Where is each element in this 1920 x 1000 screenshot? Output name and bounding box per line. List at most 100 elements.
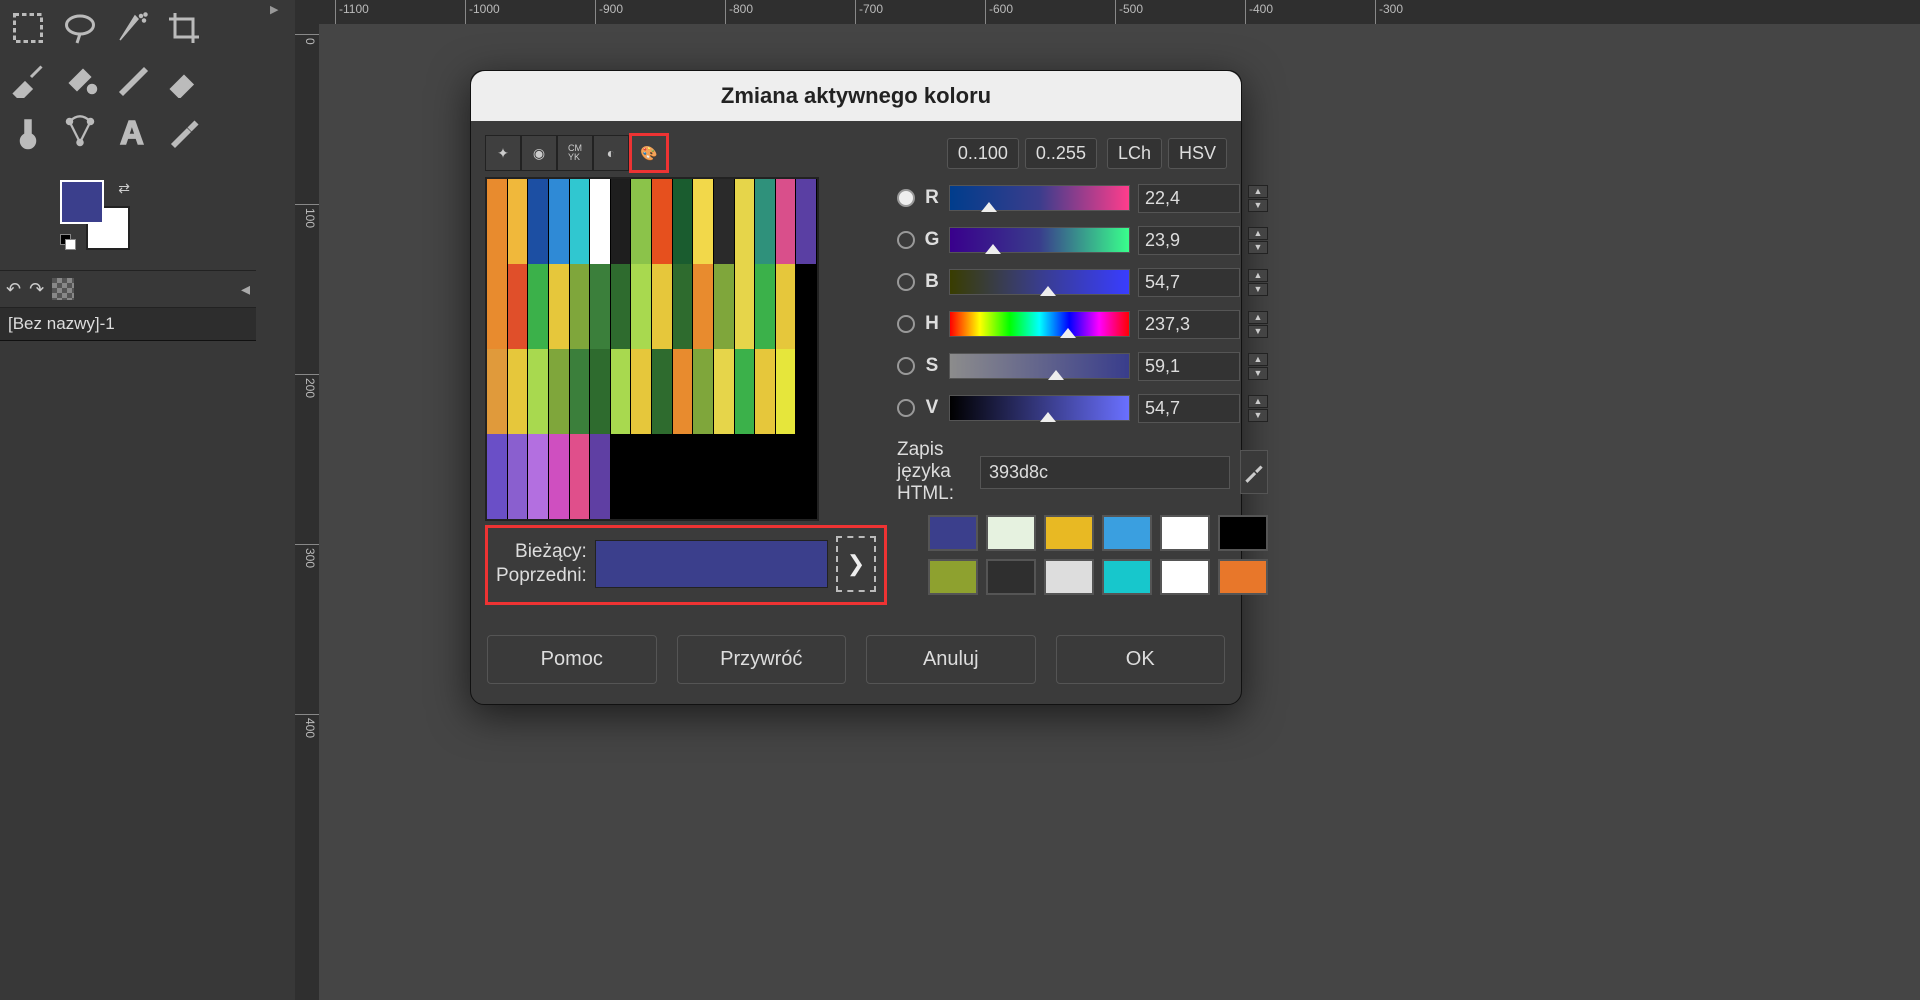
- dock-menu-icon[interactable]: ◂: [241, 279, 250, 300]
- palette-swatch[interactable]: [508, 349, 529, 434]
- palette-swatch[interactable]: [693, 434, 714, 519]
- recent-swatch[interactable]: [986, 559, 1036, 595]
- palette-swatch[interactable]: [776, 434, 797, 519]
- value-g[interactable]: 23,9: [1138, 226, 1240, 255]
- color-palette[interactable]: [485, 177, 819, 521]
- color-picker-tool[interactable]: [160, 108, 208, 156]
- palette-swatch[interactable]: [755, 179, 776, 264]
- radio-v[interactable]: [897, 399, 915, 417]
- palette-swatch[interactable]: [755, 349, 776, 434]
- palette-swatch[interactable]: [487, 434, 508, 519]
- palette-swatch[interactable]: [590, 349, 611, 434]
- palette-swatch[interactable]: [631, 434, 652, 519]
- reset-button[interactable]: Przywróć: [677, 635, 847, 684]
- palette-swatch[interactable]: [549, 264, 570, 349]
- palette-swatch[interactable]: [776, 264, 797, 349]
- value-b[interactable]: 54,7: [1138, 268, 1240, 297]
- channels-tab-icon[interactable]: [52, 278, 74, 300]
- cancel-button[interactable]: Anuluj: [866, 635, 1036, 684]
- model-hsv-button[interactable]: HSV: [1168, 138, 1227, 169]
- radio-b[interactable]: [897, 273, 915, 291]
- palette-swatch[interactable]: [631, 349, 652, 434]
- palette-swatch[interactable]: [755, 264, 776, 349]
- redo-icon[interactable]: ↷: [29, 279, 44, 300]
- palette-swatch[interactable]: [652, 349, 673, 434]
- palette-swatch[interactable]: [652, 264, 673, 349]
- palette-swatch[interactable]: [673, 349, 694, 434]
- palette-swatch[interactable]: [776, 349, 797, 434]
- value-s[interactable]: 59,1: [1138, 352, 1240, 381]
- palette-swatch[interactable]: [508, 264, 529, 349]
- current-color-swatch[interactable]: [595, 540, 828, 588]
- eraser-tool[interactable]: [160, 56, 208, 104]
- palette-swatch[interactable]: [549, 434, 570, 519]
- html-notation-input[interactable]: [980, 456, 1230, 489]
- help-button[interactable]: Pomoc: [487, 635, 657, 684]
- slider-r[interactable]: [949, 185, 1130, 211]
- palette-swatch[interactable]: [549, 179, 570, 264]
- rect-select-tool[interactable]: [4, 4, 52, 52]
- palette-swatch[interactable]: [776, 179, 797, 264]
- model-lch-button[interactable]: LCh: [1107, 138, 1162, 169]
- radio-g[interactable]: [897, 231, 915, 249]
- recent-swatch[interactable]: [1160, 559, 1210, 595]
- mode-gimp-icon[interactable]: ✦: [485, 135, 521, 171]
- palette-swatch[interactable]: [528, 349, 549, 434]
- palette-swatch[interactable]: [570, 349, 591, 434]
- default-colors-icon[interactable]: [60, 234, 76, 250]
- fuzzy-select-tool[interactable]: [108, 4, 156, 52]
- text-tool[interactable]: A: [108, 108, 156, 156]
- palette-swatch[interactable]: [796, 264, 817, 349]
- free-select-tool[interactable]: [56, 4, 104, 52]
- palette-swatch[interactable]: [528, 179, 549, 264]
- palette-swatch[interactable]: [631, 179, 652, 264]
- palette-swatch[interactable]: [714, 349, 735, 434]
- range-0-100-button[interactable]: 0..100: [947, 138, 1019, 169]
- palette-swatch[interactable]: [508, 179, 529, 264]
- palette-swatch[interactable]: [652, 179, 673, 264]
- palette-swatch[interactable]: [528, 264, 549, 349]
- mode-palette-icon[interactable]: 🎨: [629, 133, 669, 173]
- palette-swatch[interactable]: [528, 434, 549, 519]
- fg-color-swatch[interactable]: [60, 180, 104, 224]
- palette-swatch[interactable]: [735, 434, 756, 519]
- palette-swatch[interactable]: [714, 264, 735, 349]
- palette-swatch[interactable]: [611, 264, 632, 349]
- recent-swatch[interactable]: [1160, 515, 1210, 551]
- slider-s[interactable]: [949, 353, 1130, 379]
- palette-swatch[interactable]: [611, 179, 632, 264]
- spinner-g[interactable]: ▲▼: [1248, 227, 1268, 254]
- radio-s[interactable]: [897, 357, 915, 375]
- palette-swatch[interactable]: [590, 434, 611, 519]
- palette-swatch[interactable]: [755, 434, 776, 519]
- palette-swatch[interactable]: [652, 434, 673, 519]
- palette-swatch[interactable]: [487, 179, 508, 264]
- spinner-r[interactable]: ▲▼: [1248, 185, 1268, 212]
- palette-swatch[interactable]: [714, 179, 735, 264]
- value-h[interactable]: 237,3: [1138, 310, 1240, 339]
- slider-v[interactable]: [949, 395, 1130, 421]
- clone-tool[interactable]: [4, 108, 52, 156]
- palette-swatch[interactable]: [673, 434, 694, 519]
- transform-tool[interactable]: [4, 56, 52, 104]
- spinner-h[interactable]: ▲▼: [1248, 311, 1268, 338]
- palette-swatch[interactable]: [673, 264, 694, 349]
- crop-tool[interactable]: [160, 4, 208, 52]
- swap-colors-icon[interactable]: ⇄: [118, 180, 130, 197]
- palette-swatch[interactable]: [735, 179, 756, 264]
- value-v[interactable]: 54,7: [1138, 394, 1240, 423]
- palette-swatch[interactable]: [735, 264, 756, 349]
- spinner-s[interactable]: ▲▼: [1248, 353, 1268, 380]
- value-r[interactable]: 22,4: [1138, 184, 1240, 213]
- recent-swatch[interactable]: [1044, 515, 1094, 551]
- slider-b[interactable]: [949, 269, 1130, 295]
- recent-swatch[interactable]: [986, 515, 1036, 551]
- palette-swatch[interactable]: [570, 264, 591, 349]
- palette-swatch[interactable]: [796, 179, 817, 264]
- range-0-255-button[interactable]: 0..255: [1025, 138, 1097, 169]
- recent-swatch[interactable]: [1218, 559, 1268, 595]
- mode-triangle-icon[interactable]: ◐: [593, 135, 629, 171]
- palette-swatch[interactable]: [487, 264, 508, 349]
- mode-wheel-icon[interactable]: ◉: [521, 135, 557, 171]
- slider-h[interactable]: [949, 311, 1130, 337]
